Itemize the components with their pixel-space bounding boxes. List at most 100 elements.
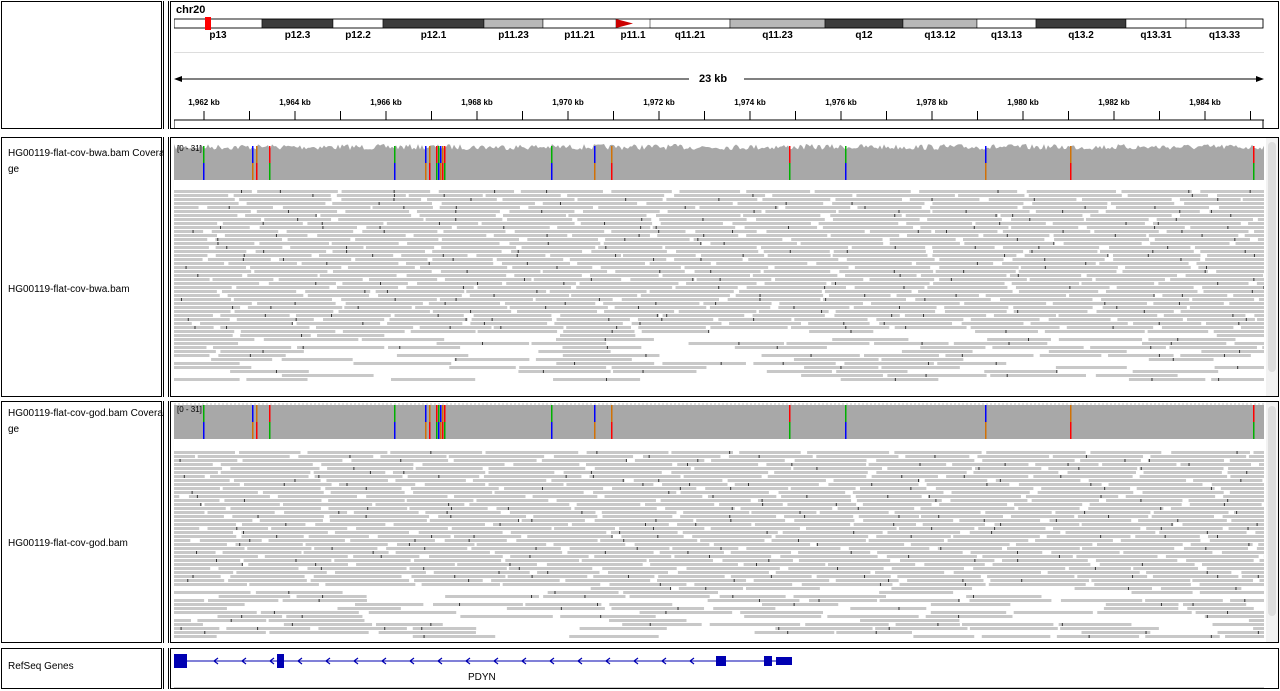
ruler[interactable]: 1,962 kb 1,964 kb 1,966 kb 1,968 kb 1,970 kb… xyxy=(174,94,1266,128)
god-coverage-track[interactable]: [0 - 31] xyxy=(174,403,1264,441)
coverage-snp-marker[interactable] xyxy=(256,146,258,180)
read xyxy=(674,555,772,558)
coverage-snp-marker[interactable] xyxy=(256,405,258,439)
read-mismatch xyxy=(657,535,659,538)
coverage-snp-marker[interactable] xyxy=(551,405,553,439)
god-divider[interactable] xyxy=(163,401,169,643)
read-mismatch xyxy=(1251,290,1253,293)
coverage-snp-marker[interactable] xyxy=(394,146,396,180)
coverage-snp-marker[interactable] xyxy=(438,146,440,180)
read-mismatch xyxy=(1008,342,1010,345)
coverage-snp-marker[interactable] xyxy=(440,146,442,180)
read-mismatch xyxy=(637,306,639,309)
read-mismatch xyxy=(1150,346,1152,349)
band-q13.2[interactable]: q13.2 xyxy=(1035,18,1127,41)
coverage-snp-marker[interactable] xyxy=(436,146,438,180)
coverage-snp-marker[interactable] xyxy=(429,405,431,439)
coverage-snp-marker[interactable] xyxy=(429,146,431,180)
read-mismatch xyxy=(450,515,452,518)
coverage-snp-marker[interactable] xyxy=(985,146,987,180)
coverage-snp-marker[interactable] xyxy=(442,146,444,180)
coverage-snp-marker[interactable] xyxy=(789,146,791,180)
refseq-baseline xyxy=(174,687,1264,688)
coverage-snp-marker[interactable] xyxy=(203,146,205,180)
read-mismatch xyxy=(442,254,444,257)
coverage-snp-marker[interactable] xyxy=(269,405,271,439)
read-mismatch xyxy=(1247,527,1249,530)
coverage-snp-marker[interactable] xyxy=(440,405,442,439)
coverage-snp-marker[interactable] xyxy=(438,405,440,439)
band-q13.13[interactable]: q13.13 xyxy=(976,18,1037,41)
coverage-snp-marker[interactable] xyxy=(845,146,847,180)
read-mismatch xyxy=(1227,226,1229,229)
coverage-snp-marker[interactable] xyxy=(1253,146,1255,180)
bwa-coverage-track[interactable]: [0 - 31] xyxy=(174,140,1264,182)
god-scrollbar-thumb[interactable] xyxy=(1268,406,1276,616)
coverage-snp-marker[interactable] xyxy=(845,405,847,439)
read xyxy=(542,270,608,273)
bwa-alignment-track-name[interactable]: HG00119-flat-cov-bwa.bam xyxy=(8,282,166,298)
coverage-snp-marker[interactable] xyxy=(1070,146,1072,180)
read xyxy=(240,334,311,337)
band-p13[interactable]: p13 xyxy=(174,18,263,41)
read-mismatch xyxy=(846,250,848,253)
header-divider[interactable] xyxy=(163,1,169,129)
god-scrollbar[interactable] xyxy=(1266,402,1278,642)
band-q11.21[interactable]: q11.21 xyxy=(649,18,731,41)
coverage-snp-marker[interactable] xyxy=(789,405,791,439)
read xyxy=(1041,487,1131,490)
coverage-snp-marker[interactable] xyxy=(611,146,613,180)
coverage-snp-marker[interactable] xyxy=(425,405,427,439)
read xyxy=(1108,354,1174,357)
coverage-snp-marker[interactable] xyxy=(551,146,553,180)
coverage-snp-marker[interactable] xyxy=(442,405,444,439)
coverage-snp-marker[interactable] xyxy=(269,146,271,180)
coverage-snp-marker[interactable] xyxy=(611,405,613,439)
coverage-snp-marker[interactable] xyxy=(203,405,205,439)
coverage-snp-marker[interactable] xyxy=(252,146,254,180)
band-q12[interactable]: q12 xyxy=(824,18,904,41)
god-alignment-track-name[interactable]: HG00119-flat-cov-god.bam xyxy=(8,536,166,552)
god-alignment-track[interactable] xyxy=(171,451,1278,641)
bwa-scrollbar[interactable] xyxy=(1266,138,1278,396)
read xyxy=(1012,258,1105,261)
band-q13.12[interactable]: q13.12 xyxy=(902,18,978,41)
coverage-snp-marker[interactable] xyxy=(252,405,254,439)
coverage-snp-marker[interactable] xyxy=(1070,405,1072,439)
bwa-coverage-track-name[interactable]: HG00119-flat-cov-bwa.bam Coverage xyxy=(8,146,166,178)
god-coverage-track-name[interactable]: HG00119-flat-cov-god.bam Coverage xyxy=(8,406,166,438)
read-mismatch xyxy=(403,206,405,209)
refseq-track-name[interactable]: RefSeq Genes xyxy=(8,659,166,675)
coverage-snp-marker[interactable] xyxy=(444,146,446,180)
read-mismatch xyxy=(1167,246,1169,249)
read xyxy=(1259,579,1278,582)
coverage-snp-marker[interactable] xyxy=(436,405,438,439)
band-p12.3[interactable]: p12.3 xyxy=(261,18,334,41)
coverage-snp-marker[interactable] xyxy=(425,146,427,180)
coverage-snp-marker[interactable] xyxy=(594,405,596,439)
band-q13.31[interactable]: q13.31 xyxy=(1125,18,1187,41)
coverage-snp-marker[interactable] xyxy=(394,405,396,439)
pdyn-gene-model[interactable] xyxy=(174,652,1264,672)
refseq-divider[interactable] xyxy=(163,648,169,689)
bwa-scrollbar-thumb[interactable] xyxy=(1268,142,1276,372)
read-mismatch xyxy=(455,358,457,361)
coverage-snp-marker[interactable] xyxy=(1253,405,1255,439)
read xyxy=(649,290,734,293)
band-p11.21[interactable]: p11.21 xyxy=(542,18,617,41)
read xyxy=(351,459,449,462)
band-q13.33[interactable]: q13.33 xyxy=(1185,18,1264,41)
band-q11.23[interactable]: q11.23 xyxy=(729,18,826,41)
bwa-alignment-track[interactable] xyxy=(171,190,1278,395)
read-mismatch xyxy=(465,318,467,321)
band-p11.23[interactable]: p11.23 xyxy=(483,18,544,41)
coverage-snp-marker[interactable] xyxy=(444,405,446,439)
chromosome-ideogram[interactable]: p13 p12.3 p12.2 p12.1 p11.23 p11.21 p11.1 q11.2… xyxy=(174,17,1266,43)
band-p12.2[interactable]: p12.2 xyxy=(332,18,384,41)
coverage-snp-marker[interactable] xyxy=(594,146,596,180)
band-p12.1[interactable]: p12.1 xyxy=(382,18,485,41)
coverage-snp-marker[interactable] xyxy=(985,405,987,439)
bwa-divider[interactable] xyxy=(163,137,169,397)
band-rect xyxy=(261,18,334,29)
read xyxy=(921,515,1003,518)
